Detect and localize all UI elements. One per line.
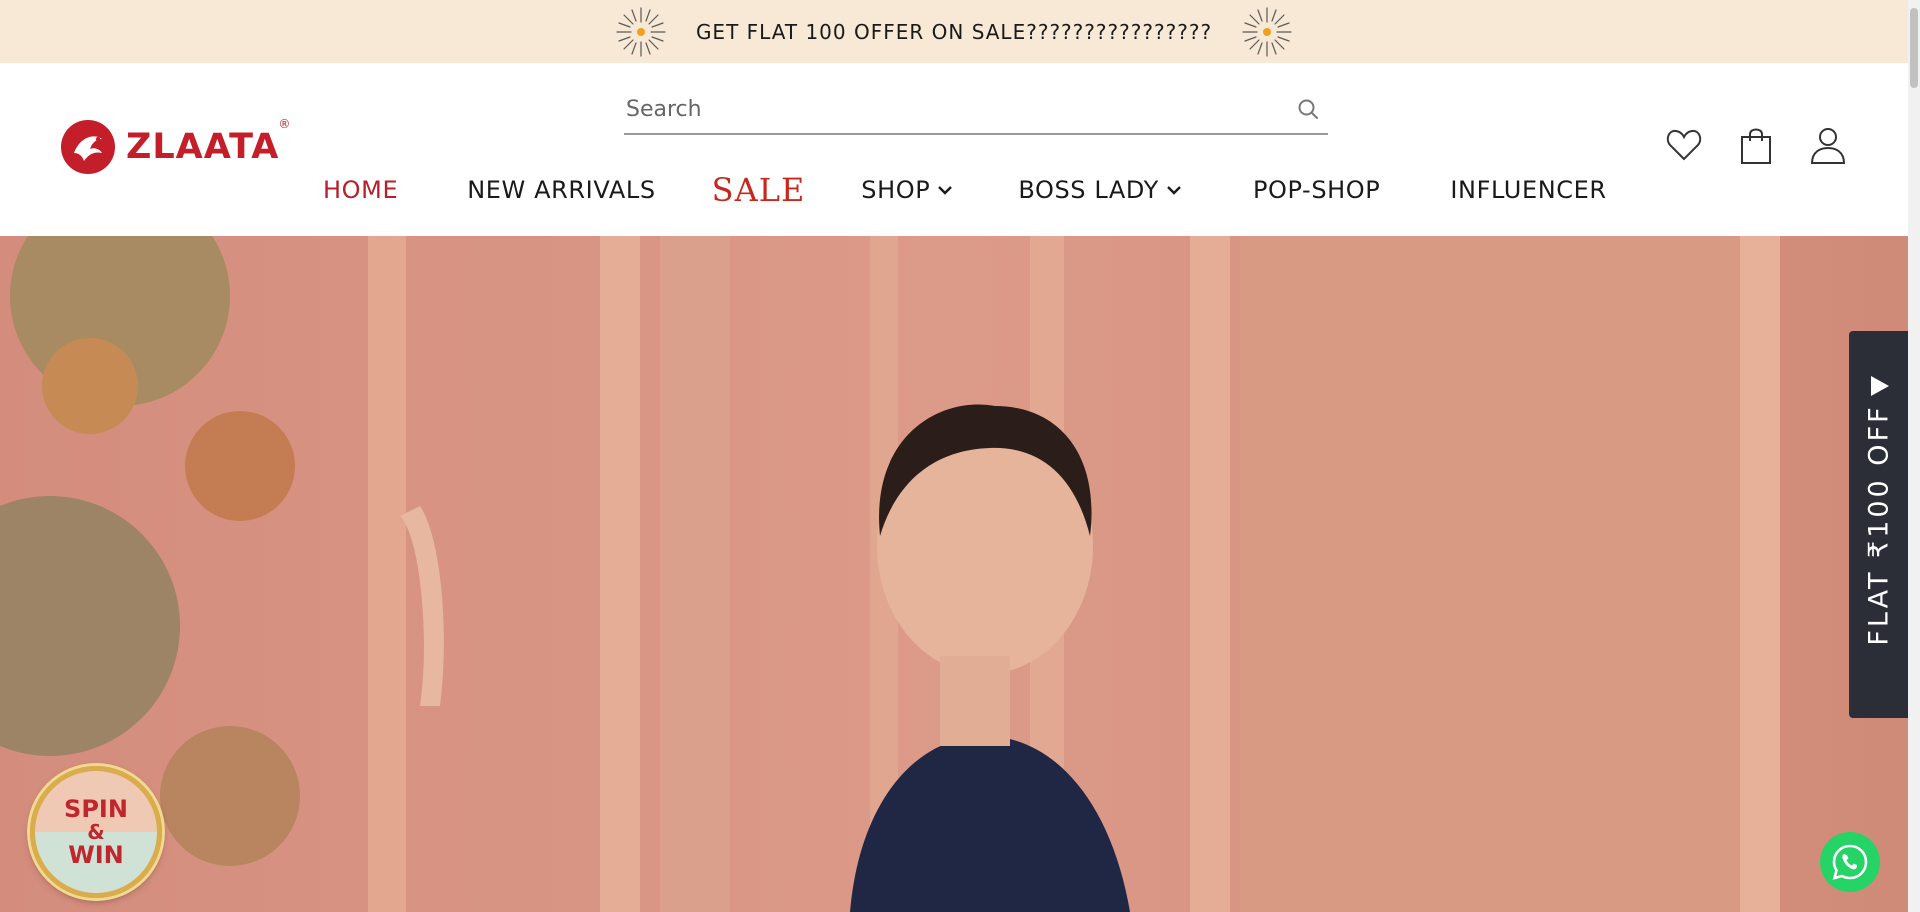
nav-boss-lady[interactable]: BOSS LADY: [1018, 176, 1183, 204]
header-actions: [1664, 125, 1848, 165]
main-nav: HOME NEW ARRIVALS SALE SHOP BOSS LADY PO…: [300, 171, 1607, 209]
nav-home[interactable]: HOME: [323, 176, 398, 204]
user-icon[interactable]: [1808, 125, 1848, 165]
whatsapp-button[interactable]: [1820, 832, 1880, 892]
nav-shop[interactable]: SHOP: [861, 176, 954, 204]
win-label: WIN: [68, 841, 124, 869]
flat-offer-tab[interactable]: FLAT ₹100 OFF: [1849, 331, 1908, 718]
spin-label: SPIN: [64, 795, 128, 823]
play-arrow-icon: [1871, 376, 1889, 396]
whatsapp-icon: [1832, 844, 1868, 880]
announcement-text: GET FLAT 100 OFFER ON SALE??????????????…: [695, 19, 1213, 44]
brand-name: ZLAATA ®: [126, 117, 292, 167]
hero-image: [0, 236, 1908, 912]
page-scrollbar[interactable]: [1908, 0, 1920, 912]
registered-mark: ®: [278, 117, 292, 131]
nav-sale[interactable]: SALE: [712, 171, 806, 209]
nav-influencer[interactable]: INFLUENCER: [1450, 176, 1606, 204]
nav-new-arrivals[interactable]: NEW ARRIVALS: [467, 176, 655, 204]
spin-and-win-button[interactable]: SPIN & WIN: [30, 766, 162, 898]
firework-icon: [1242, 6, 1292, 57]
brand-logo[interactable]: ZLAATA ®: [60, 117, 292, 175]
search-bar: [624, 85, 1328, 135]
scrollbar-thumb[interactable]: [1910, 8, 1918, 88]
hero-banner[interactable]: [0, 236, 1908, 912]
announcement-bar: GET FLAT 100 OFFER ON SALE??????????????…: [0, 0, 1908, 63]
chevron-down-icon: [938, 186, 953, 195]
shopping-bag-icon[interactable]: [1736, 125, 1776, 165]
firework-icon: [616, 6, 666, 57]
offer-text: FLAT ₹100 OFF: [1863, 403, 1894, 646]
spin-ampersand: &: [87, 820, 105, 844]
chevron-down-icon: [1167, 186, 1181, 195]
search-icon[interactable]: [1288, 89, 1328, 129]
bird-logo-icon: [61, 120, 115, 174]
search-input[interactable]: [624, 96, 1288, 122]
heart-icon[interactable]: [1664, 125, 1704, 165]
nav-pop-shop[interactable]: POP-SHOP: [1253, 176, 1380, 204]
site-header: ZLAATA® HOME NEW ARRIVALS SALE SHOP BOSS…: [0, 63, 1908, 236]
